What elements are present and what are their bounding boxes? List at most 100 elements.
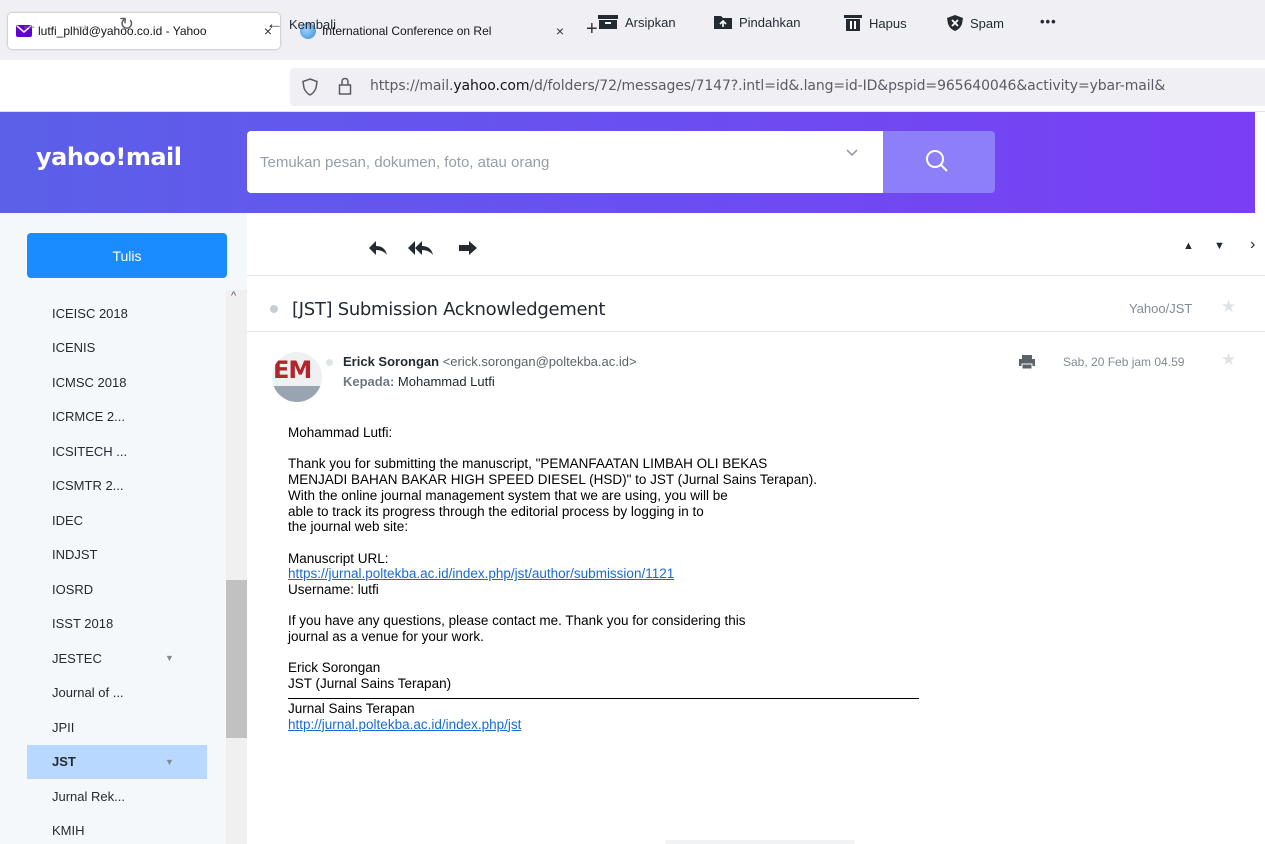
sidebar-folder-item[interactable]: IOSRD: [0, 572, 226, 607]
yahoo-mail-logo[interactable]: yahoo!mail: [36, 143, 182, 171]
avatar-band: [272, 386, 322, 402]
star-icon[interactable]: ★: [1221, 297, 1236, 317]
sender-name: Erick Sorongan: [343, 354, 440, 369]
sidebar-folder-label: ISST 2018: [52, 616, 114, 632]
shield-icon[interactable]: [302, 78, 318, 96]
avatar[interactable]: EM: [272, 352, 322, 402]
sidebar-folder-label: ICSITECH ...: [52, 443, 128, 459]
sidebar-folder-label: INDJST: [52, 547, 98, 563]
sidebar-folder-item[interactable]: ICSITECH ...: [0, 434, 226, 469]
message-subject: [JST] Submission Acknowledgement: [292, 299, 606, 320]
sidebar-folder-item[interactable]: JPII: [0, 710, 226, 745]
search-icon: [926, 150, 948, 172]
sidebar-folder-label: KMIH: [52, 823, 85, 839]
sidebar-scrollbar[interactable]: [226, 290, 247, 844]
body-paragraph-2: If you have any questions, please contac…: [288, 613, 746, 645]
sidebar-folder-label: ICRMCE 2...: [52, 409, 125, 425]
url-text[interactable]: https://mail.yahoo.com/d/folders/72/mess…: [370, 78, 1165, 94]
browser-tab-yahoo-mail[interactable]: lutfi_plhld@yahoo.co.id - Yahoo ×: [8, 13, 280, 49]
delete-button[interactable]: Hapus: [843, 14, 907, 32]
manuscript-link[interactable]: https://jurnal.poltekba.ac.id/index.php/…: [288, 566, 674, 581]
lock-icon[interactable]: [338, 77, 352, 95]
sidebar-folder-item[interactable]: Jurnal Rek...: [0, 779, 226, 814]
sidebar-folder-item[interactable]: ICMSC 2018: [0, 365, 226, 400]
print-icon[interactable]: [1018, 354, 1036, 370]
archive-icon: [598, 15, 618, 29]
compose-button[interactable]: Tulis: [27, 233, 227, 278]
body-paragraph-1: Thank you for submitting the manuscript,…: [288, 456, 817, 535]
url-domain: yahoo.com: [453, 78, 530, 94]
delete-label: Hapus: [869, 15, 907, 31]
sidebar-folder-item[interactable]: JST ▼: [27, 744, 207, 779]
reply-icon[interactable]: [367, 238, 389, 258]
sidebar-folder-item[interactable]: KMIH: [0, 814, 226, 844]
sidebar-folder-item[interactable]: ICEISC 2018: [0, 296, 226, 331]
reply-all-icon[interactable]: [407, 238, 435, 258]
sidebar-folder-item[interactable]: JESTEC ▼: [0, 641, 226, 676]
username-line: Username: lutfi: [288, 582, 379, 597]
sidebar-folder-item[interactable]: INDJST: [0, 538, 226, 573]
back-arrow-icon: ←: [266, 14, 283, 33]
sidebar-scrollbar-thumb[interactable]: [226, 580, 247, 738]
chevron-down-icon[interactable]: [845, 148, 859, 158]
signature-divider: [288, 697, 919, 699]
back-button[interactable]: ← Kembali: [266, 14, 336, 34]
forward-arrow-icon[interactable]: →: [73, 14, 91, 35]
folder-move-icon: [714, 16, 732, 29]
sidebar-folder-item[interactable]: Journal of ...: [0, 676, 226, 711]
archive-button[interactable]: Arsipkan: [597, 14, 676, 30]
sidebar-folder-item[interactable]: IDEC: [0, 503, 226, 538]
message-folder[interactable]: Yahoo/JST: [1129, 301, 1192, 316]
sidebar-folder-label: JESTEC: [52, 650, 102, 666]
forward-icon[interactable]: [457, 239, 479, 257]
sidebar-folder-label: ICSMTR 2...: [52, 478, 124, 494]
sidebar-folder-item[interactable]: ISST 2018: [0, 607, 226, 642]
avatar-initials: EM: [273, 356, 312, 384]
url-path: /d/folders/72/messages/7147?.intl=id&.la…: [529, 78, 1166, 94]
expand-caret-icon[interactable]: ▼: [165, 653, 174, 663]
sidebar-folder-label: ICENIS: [52, 340, 96, 356]
search-box[interactable]: [247, 131, 883, 193]
message-toolbar: [247, 228, 1265, 276]
move-label: Pindahkan: [739, 14, 801, 30]
more-button[interactable]: •••: [1040, 14, 1057, 29]
search-button[interactable]: [883, 131, 995, 193]
search-input[interactable]: [260, 149, 820, 175]
sender-line[interactable]: Erick Sorongan <erick.sorongan@poltekba.…: [343, 354, 637, 369]
spam-button[interactable]: Spam: [946, 14, 1004, 32]
sidebar-folder-label: JST: [52, 754, 76, 770]
signature-name: Erick Sorongan: [288, 660, 381, 676]
read-dot[interactable]: [326, 359, 333, 366]
next-message-icon[interactable]: ▼: [1214, 240, 1225, 252]
sidebar-folder-label: ICEISC 2018: [52, 305, 128, 321]
footer-title: Jurnal Sains Terapan: [288, 700, 415, 716]
message-date: Sab, 20 Feb jam 04.59: [1063, 355, 1185, 369]
previous-message-icon[interactable]: ▲: [1183, 240, 1194, 252]
reply-bar[interactable]: [665, 840, 855, 844]
message-body: Mohammad Lutfi: Thank you for submitting…: [288, 425, 1188, 748]
close-message-icon[interactable]: ›: [1250, 236, 1255, 254]
sidebar-folder-item[interactable]: ICENIS: [0, 331, 226, 366]
expand-caret-icon[interactable]: ▼: [165, 757, 174, 767]
manuscript-block: Manuscript URL: https://jurnal.poltekba.a…: [288, 551, 1188, 598]
scroll-up-icon[interactable]: ^: [231, 290, 236, 302]
tab-label: International Conference on Rel: [322, 24, 492, 38]
close-tab-icon[interactable]: ×: [556, 23, 564, 39]
tab-label: lutfi_plhld@yahoo.co.id - Yahoo: [38, 24, 207, 38]
sidebar-folder-item[interactable]: ICSMTR 2...: [0, 469, 226, 504]
unread-dot[interactable]: [270, 305, 278, 313]
reload-icon[interactable]: ↻: [119, 14, 134, 35]
url-prefix: https://mail.: [370, 78, 454, 94]
star-icon[interactable]: ★: [1221, 350, 1236, 370]
trash-icon: [844, 15, 862, 31]
greeting: Mohammad Lutfi:: [288, 425, 393, 440]
recipient-line[interactable]: Kepada: Mohammad Lutfi: [343, 374, 495, 389]
back-arrow-icon[interactable]: ←: [20, 14, 38, 35]
sidebar-folder-item[interactable]: ICRMCE 2...: [0, 400, 226, 435]
sidebar-folder-label: JPII: [52, 719, 75, 735]
move-button[interactable]: Pindahkan: [713, 14, 800, 30]
footer-block: Jurnal Sains Terapan http://jurnal.poltek…: [288, 701, 1188, 732]
new-tab-button[interactable]: +: [586, 18, 598, 41]
footer-link[interactable]: http://jurnal.poltekba.ac.id/index.php/j…: [288, 717, 521, 732]
back-label: Kembali: [289, 16, 336, 32]
